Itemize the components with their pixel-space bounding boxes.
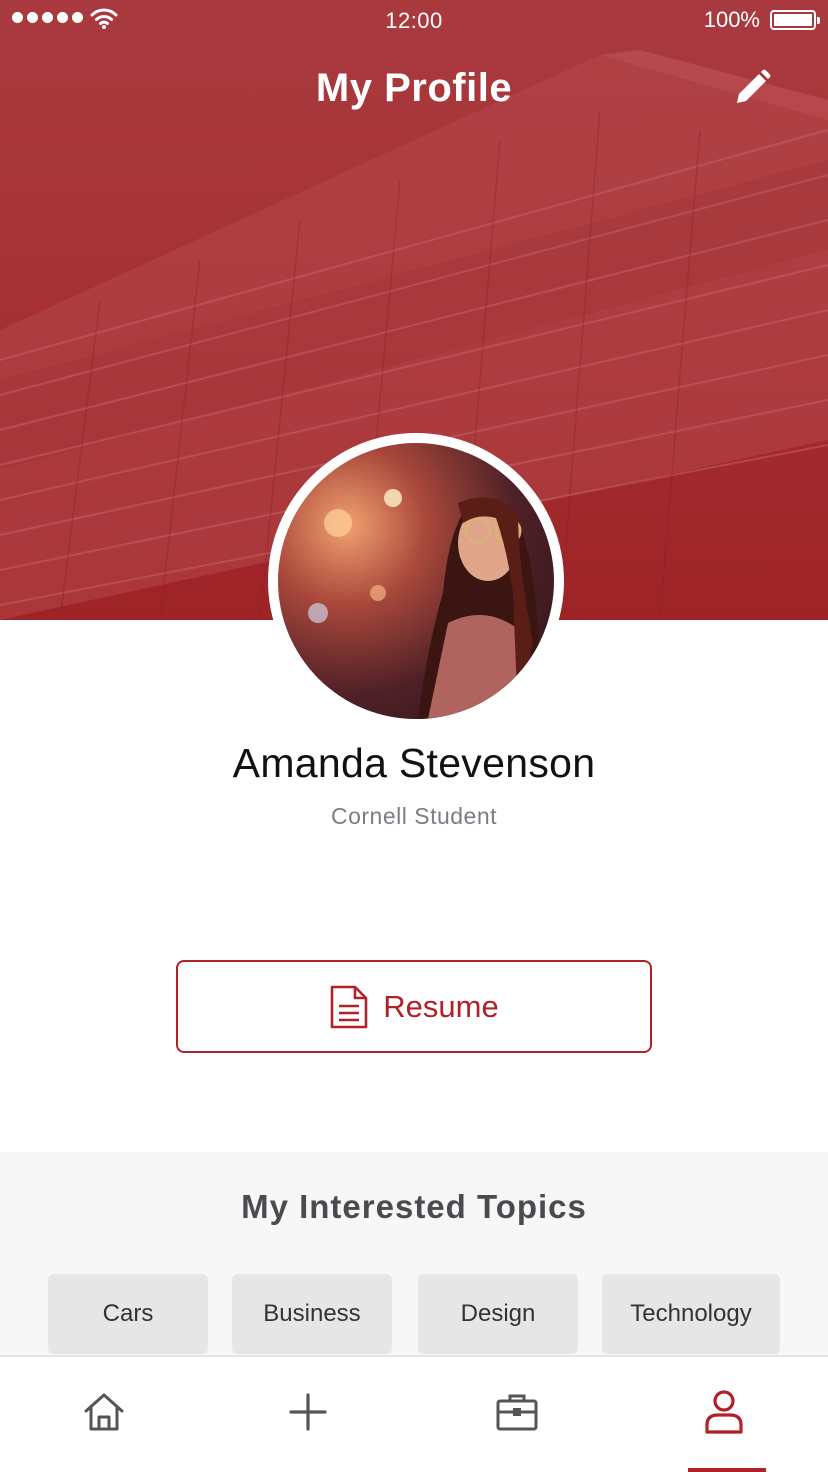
person-icon xyxy=(705,1390,743,1434)
active-tab-indicator xyxy=(688,1468,766,1472)
page-title: My Profile xyxy=(315,66,513,110)
status-bar: 12:00 100% xyxy=(0,0,828,40)
tab-profile[interactable] xyxy=(699,1387,749,1437)
tab-jobs[interactable] xyxy=(492,1387,542,1437)
resume-button[interactable]: Resume xyxy=(176,960,652,1053)
document-icon xyxy=(330,985,368,1028)
topic-chip-technology[interactable]: Technology xyxy=(602,1274,780,1354)
home-icon xyxy=(84,1393,124,1431)
tab-bar xyxy=(0,1355,828,1472)
tab-add[interactable] xyxy=(283,1387,333,1437)
profile-screen: 12:00 100% My Profile Amanda Stevenson C… xyxy=(0,0,828,1472)
plus-icon xyxy=(289,1393,327,1431)
avatar[interactable] xyxy=(268,433,564,729)
tab-home[interactable] xyxy=(79,1387,129,1437)
topic-chip-business[interactable]: Business xyxy=(232,1274,392,1354)
battery-percentage: 100% xyxy=(703,7,760,32)
interested-topics-section: My Interested Topics Cars Business Desig… xyxy=(0,1152,828,1356)
topic-chip-design[interactable]: Design xyxy=(418,1274,578,1354)
topic-chip-cars[interactable]: Cars xyxy=(48,1274,208,1354)
briefcase-icon xyxy=(496,1394,538,1431)
profile-photo xyxy=(278,443,554,719)
profile-subtitle: Cornell Student xyxy=(330,803,498,829)
pencil-icon xyxy=(737,69,771,103)
resume-label: Resume xyxy=(383,988,499,1024)
edit-profile-button[interactable] xyxy=(732,68,772,108)
topics-title: My Interested Topics xyxy=(241,1188,587,1225)
battery-icon xyxy=(770,10,820,30)
profile-name: Amanda Stevenson xyxy=(232,740,596,786)
